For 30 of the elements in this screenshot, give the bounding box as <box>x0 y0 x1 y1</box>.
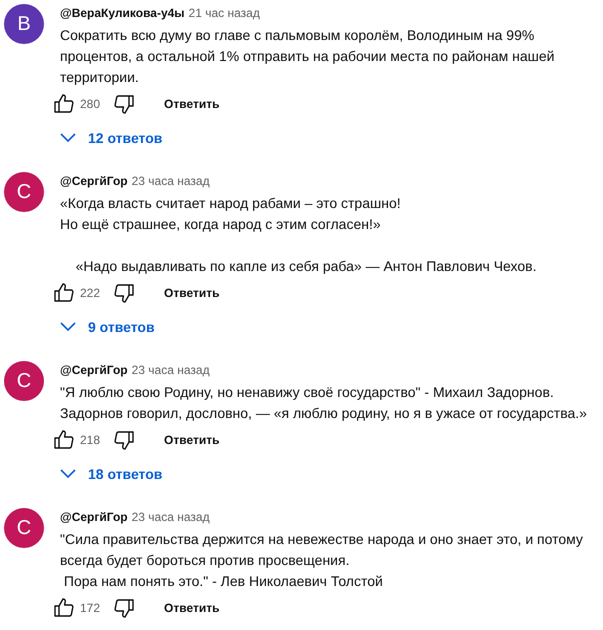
author-name[interactable]: @ВераКуликова-у4ы <box>60 6 185 20</box>
reply-button[interactable]: Ответить <box>152 277 232 309</box>
comment-text: "Сила правительства держится на невежестве народа и оно знает это, и потому всегда будет бороться против просвещения. Пора нам понять это." - Лев Николаевич Толстой <box>60 530 584 591</box>
replies-button[interactable]: 12 ответов <box>56 120 170 156</box>
comment-time[interactable]: 21 час назад <box>188 6 260 20</box>
avatar: С <box>4 172 44 212</box>
reply-button[interactable]: Ответить <box>152 88 232 120</box>
comment-text: Сократить всю думу во главе с пальмовым королём, Володиным на 99% процентов, а остальной 1% отправить на рабочии места по районам нашей территории. <box>60 26 556 87</box>
comment-time[interactable]: 23 часа назад <box>132 510 210 524</box>
replies-button[interactable]: 18 ответов <box>56 456 170 492</box>
chevron-down-icon <box>60 469 76 479</box>
reply-button[interactable]: Ответить <box>152 592 232 624</box>
chevron-down-icon <box>60 322 76 332</box>
reply-button[interactable]: Ответить <box>152 424 232 456</box>
author-name[interactable]: @СергйГор <box>60 363 128 377</box>
avatar: В <box>4 4 44 44</box>
like-count: 218 <box>80 433 100 447</box>
like-count: 280 <box>80 97 100 111</box>
author-name[interactable]: @СергйГор <box>60 510 128 524</box>
replies-button[interactable]: 9 ответов <box>56 309 163 345</box>
chevron-down-icon <box>60 133 76 143</box>
comment-time[interactable]: 23 часа назад <box>132 174 210 188</box>
like-count: 222 <box>80 286 100 300</box>
avatar: С <box>4 361 44 401</box>
like-count: 172 <box>80 601 100 615</box>
comment-text: "Я люблю свою Родину, но ненавижу своё государство" - Михаил Задорнов. Задорнов говорил, дословно, — «я люблю родину, но я в ужасе от государства.» <box>60 383 588 423</box>
avatar: С <box>4 508 44 548</box>
comment-time[interactable]: 23 часа назад <box>132 363 210 377</box>
comment-text: «Когда власть считает народ рабами – это страшно! Но ещё страшнее, когда народ с этим согласен!» «Надо выдавливать по капле из себя раба» — Антон Павлович Чехов. <box>60 194 538 276</box>
author-name[interactable]: @СергйГор <box>60 174 128 188</box>
